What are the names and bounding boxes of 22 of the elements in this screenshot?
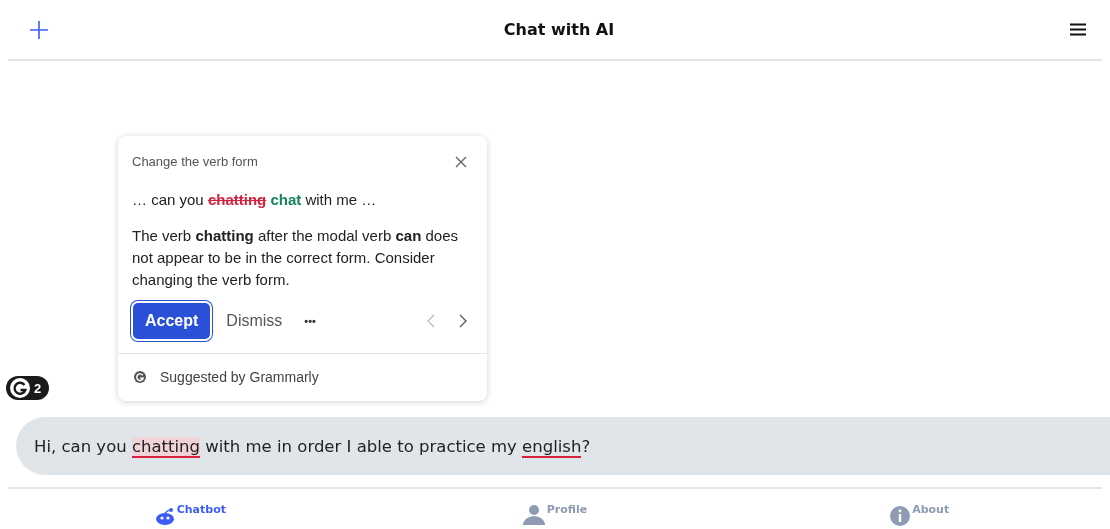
close-icon[interactable]	[455, 155, 467, 168]
accept-button[interactable]: Accept	[133, 303, 211, 339]
person-icon	[522, 505, 545, 525]
issue-count: 2	[34, 380, 42, 396]
suggestion-excerpt: … can you chatting chat with me …	[132, 191, 378, 208]
grammarly-icon	[10, 378, 30, 398]
page-title: Chat with AI	[503, 20, 615, 39]
menu-icon[interactable]	[1070, 23, 1086, 36]
suggestion-explanation: The verb chatting after the modal verb can does not appear to be in the correct form. Consider changing the verb form.	[132, 226, 460, 290]
robot-icon	[154, 507, 175, 525]
info-icon	[890, 506, 911, 526]
nav-tab[interactable]: Chatbot	[8, 489, 373, 529]
add-icon[interactable]	[30, 20, 48, 39]
dismiss-button[interactable]: Dismiss	[226, 312, 283, 330]
more-button[interactable]: •••	[298, 315, 322, 327]
suggestion-footer: Suggested by Grammarly	[160, 369, 319, 385]
next-icon[interactable]	[459, 314, 467, 328]
grammarly-badge[interactable]: 2	[6, 376, 50, 400]
grammarly-icon	[134, 371, 146, 383]
suggestion-heading: Change the verb form	[132, 154, 258, 169]
message-input[interactable]: Hi, can you chatting with me in order I able to practice my english?	[16, 417, 1110, 475]
message-text: Hi, can you chatting with me in order I able to practice my english?	[34, 436, 591, 456]
